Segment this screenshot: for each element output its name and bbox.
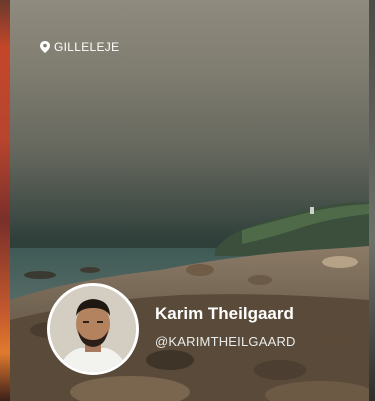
- profile-name[interactable]: Karim Theilgaard: [155, 304, 294, 324]
- profile-handle[interactable]: @KARIMTHEILGAARD: [155, 334, 296, 349]
- location-tag[interactable]: GILLELEJE: [40, 40, 119, 54]
- next-card-peek[interactable]: [369, 0, 375, 401]
- location-label: GILLELEJE: [54, 40, 120, 54]
- map-pin-icon: [40, 41, 50, 53]
- avatar[interactable]: [47, 283, 139, 375]
- profile-photo: [50, 286, 136, 372]
